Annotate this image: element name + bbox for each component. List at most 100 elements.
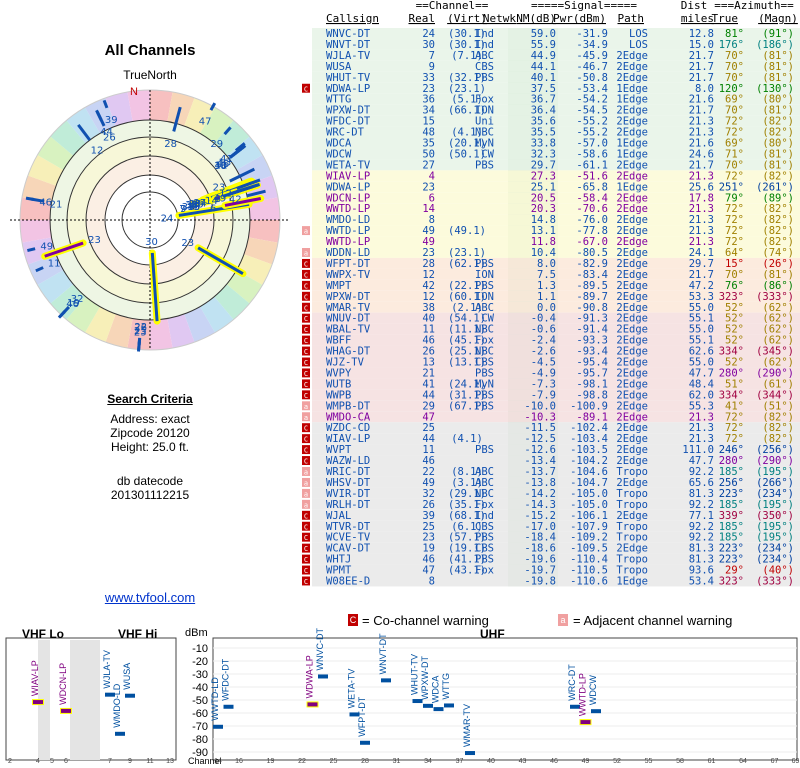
row-warning-letter: C: [304, 447, 308, 455]
header-azimuth-group: ===Azimuth==: [714, 0, 794, 12]
station-bar: [465, 751, 475, 756]
cell-network: Fox: [475, 565, 494, 577]
radar-station-mark: [136, 343, 141, 352]
y-tick-label: -70: [192, 721, 208, 733]
station-bar-label: WPXW-DT: [420, 656, 430, 700]
row-warning-letter: C: [304, 293, 308, 301]
row-warning-letter: C: [304, 545, 308, 553]
header-channel-group: ==Channel==: [416, 0, 489, 12]
station-bar-label: WNVC-DT: [315, 627, 325, 670]
x-tick-label: 49: [582, 758, 590, 765]
cell-azimuth-magnetic: (333°): [756, 576, 794, 588]
row-warning-letter: C: [304, 556, 308, 564]
radar-station-label: 49: [40, 242, 53, 253]
zipcode-line: Zipcode 20120: [110, 426, 190, 440]
search-criteria-heading: Search Criteria: [107, 392, 193, 406]
station-bar: [360, 740, 370, 745]
radar-station-label: 42: [229, 195, 242, 206]
y-tick-label: -50: [192, 695, 208, 707]
column-header: (Virt): [447, 12, 487, 25]
header-dist-group: Dist: [681, 0, 708, 12]
x-tick-label: 34: [424, 758, 432, 765]
column-header: True: [712, 12, 739, 25]
x-tick-label: 46: [550, 758, 558, 765]
row-warning-letter: a: [304, 250, 308, 258]
x-tick-label: 25: [330, 758, 338, 765]
station-bar: [591, 709, 601, 714]
row-warning-letter: C: [304, 85, 308, 93]
station-bar-label: WFPT-DT: [357, 696, 367, 736]
radar-station-label: 11: [48, 259, 61, 270]
row-warning-letter: C: [304, 282, 308, 290]
radar-station-mark: [25, 196, 35, 202]
row-warning-letter: C: [304, 370, 308, 378]
radar-station-label: 46: [39, 198, 52, 209]
station-bar: [115, 731, 125, 736]
station-bar: [444, 703, 454, 708]
vhf-lo-label: VHF Lo: [22, 627, 64, 641]
uhf-panel-frame: [212, 637, 798, 761]
cell-callsign: W08EE-D: [326, 576, 370, 588]
cell-distance: 53.4: [689, 576, 714, 588]
radar-station-label: 23: [181, 238, 194, 249]
radar-station-mark: [26, 247, 36, 253]
row-warning-letter: C: [304, 534, 308, 542]
y-tick-label: -30: [192, 669, 208, 681]
row-warning-letter: C: [304, 392, 308, 400]
column-header: Real: [409, 12, 436, 25]
y-tick-label: -60: [192, 708, 208, 720]
row-warning-letter: a: [304, 403, 308, 411]
y-tick-label: -20: [192, 656, 208, 668]
x-tick-label: 37: [456, 758, 464, 765]
radar-station-label: 12: [91, 146, 104, 157]
cell-virtual-channel: (49.1): [448, 225, 486, 237]
column-header: miles: [681, 12, 714, 25]
cell-real-channel: 8: [429, 576, 435, 588]
header-signal-group: =====Signal=====: [531, 0, 637, 12]
radar-station-label: 39: [105, 115, 118, 126]
row-warning-letter: C: [304, 315, 308, 323]
row-warning-letter: C: [304, 523, 308, 531]
row-warning-letter: C: [304, 381, 308, 389]
row-warning-letter: C: [304, 578, 308, 586]
cell-nm-db: -19.8: [524, 576, 556, 588]
cell-azimuth-true: 323°: [719, 576, 744, 588]
radar-station-label: 23: [134, 328, 147, 339]
compass-n-label: N: [130, 86, 138, 98]
row-warning-letter: C: [304, 271, 308, 279]
station-bar-label: WETA-TV: [347, 669, 357, 709]
row-warning-letter: C: [304, 458, 308, 466]
station-bar-label: WHUT-TV: [410, 654, 420, 695]
x-tick-label: 11: [146, 758, 153, 765]
db-label: db datecode: [116, 474, 184, 488]
row-warning-letter: C: [304, 567, 308, 575]
station-bar-label: WTTG: [441, 673, 451, 700]
x-tick-label: 14: [214, 758, 222, 765]
station-bar-label: WUSA: [122, 663, 132, 690]
radar-station-label: 41: [220, 154, 233, 165]
tvfool-link[interactable]: www.tvfool.com: [105, 590, 195, 605]
cell-network: PBS: [475, 400, 494, 412]
x-tick-label: 55: [645, 758, 653, 765]
station-bar: [307, 702, 318, 707]
cell-path: 1Edge: [616, 576, 648, 588]
cell-network: PBS: [475, 159, 494, 171]
cell-power-dbm: -110.6: [570, 576, 608, 588]
station-bar: [433, 707, 444, 712]
x-tick-label: 40: [487, 758, 495, 765]
station-bar-label: WDCN-LP: [58, 663, 68, 705]
radar-station-label: 29: [210, 139, 223, 150]
x-tick-label: 43: [519, 758, 527, 765]
station-bar: [125, 693, 135, 698]
dbm-axis-label: dBm: [185, 627, 208, 639]
station-bar-label: WDWA-LP: [305, 655, 315, 698]
radar-title: All Channels: [104, 42, 196, 59]
address-line: Address: exact: [110, 412, 190, 426]
radar-station-label: 30: [145, 237, 158, 248]
cell-network: PBS: [475, 444, 494, 456]
radar-station-label: 47: [199, 117, 212, 128]
row-warning-letter: C: [304, 359, 308, 367]
x-tick-label: 31: [393, 758, 401, 765]
column-header: Path: [618, 12, 645, 25]
row-warning-letter: C: [304, 436, 308, 444]
